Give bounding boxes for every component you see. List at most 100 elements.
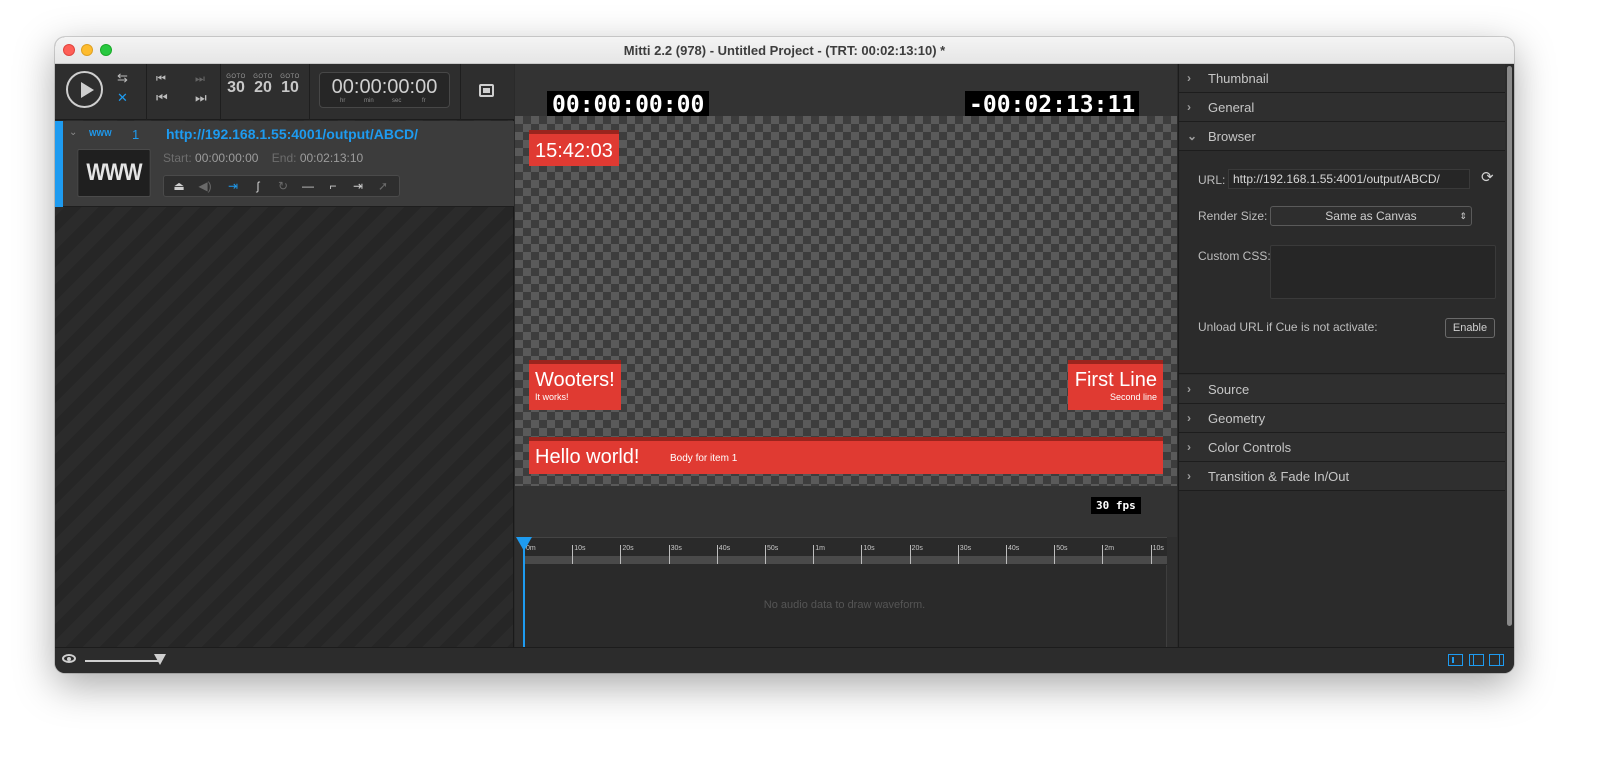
play-button[interactable] <box>66 71 103 108</box>
cue-controls: ⏏ ◀) ⇥ ʃ ↻ — ⌐ ⇥ ➚ <box>163 175 400 197</box>
chevron-down-icon[interactable]: ⌄ <box>69 127 77 138</box>
goto-20-button[interactable]: GOTO 20 <box>251 74 275 96</box>
timecode-unit-hr: hr <box>340 98 346 104</box>
chevron-right-icon: › <box>1187 411 1191 425</box>
section-source[interactable]: › Source <box>1179 375 1505 404</box>
cue-type-badge: WWW <box>89 129 112 138</box>
loop-icon[interactable]: ⇆ <box>117 71 128 85</box>
zoom-slider-track[interactable] <box>85 660 160 662</box>
ruler-label: 10s <box>574 545 586 552</box>
cue-end-value[interactable]: 00:02:13:10 <box>300 151 363 165</box>
fade-in-icon[interactable]: ⇥ <box>224 179 242 193</box>
curve-icon[interactable]: ʃ <box>249 179 267 193</box>
goto-10-value: 10 <box>281 79 299 96</box>
select-arrows-icon: ⇕ <box>1459 211 1467 221</box>
inspector-scrollbar[interactable] <box>1507 66 1512 626</box>
ruler-tick <box>765 545 766 564</box>
ruler-tick <box>813 545 815 564</box>
section-color-controls-label: Color Controls <box>1208 440 1292 455</box>
goto-20-value: 20 <box>254 79 272 96</box>
title-bar: Mitti 2.2 (978) - Untitled Project - (TR… <box>55 37 1514 64</box>
enable-button[interactable]: Enable <box>1445 318 1495 338</box>
app-window: Mitti 2.2 (978) - Untitled Project - (TR… <box>55 37 1514 673</box>
hold-icon[interactable]: — <box>299 179 317 193</box>
ruler-tick <box>716 545 718 564</box>
section-thumbnail-label: Thumbnail <box>1208 71 1269 86</box>
eject-icon[interactable]: ⏏ <box>170 179 188 193</box>
rewind-icon[interactable]: ⏮ <box>156 91 168 105</box>
section-geometry[interactable]: › Geometry <box>1179 404 1505 433</box>
cue-title[interactable]: http://192.168.1.55:4001/output/ABCD/ <box>166 126 418 142</box>
fps-badge: 30 fps <box>1091 497 1141 514</box>
playhead[interactable] <box>516 537 532 647</box>
ruler-label: 1m <box>815 545 825 552</box>
fullscreen-output-icon[interactable] <box>479 84 494 97</box>
section-general[interactable]: › General <box>1179 93 1505 122</box>
goto-10-button[interactable]: GOTO 10 <box>278 74 302 96</box>
ruler-label: 2m <box>1104 545 1115 552</box>
unload-url-label: Unload URL if Cue is not activate: <box>1198 320 1378 334</box>
cue-row[interactable]: ⌄ WWW 1 http://192.168.1.55:4001/output/… <box>55 121 514 207</box>
ruler-label: 20s <box>911 545 923 552</box>
waveform-empty-text: No audio data to draw waveform. <box>763 599 926 611</box>
layout-left-icon[interactable] <box>1468 654 1484 666</box>
ruler-tick <box>909 545 911 564</box>
chevron-right-icon: › <box>1187 100 1191 114</box>
refresh-icon[interactable]: ⟳ <box>1481 168 1494 186</box>
lower-third-left-title: Wooters! <box>535 369 615 391</box>
custom-css-field[interactable] <box>1270 245 1496 299</box>
loop-cue-icon[interactable]: ↻ <box>274 179 292 193</box>
banner-title: Hello world! <box>535 446 640 468</box>
timeline[interactable]: 0m 10s 20s 30s 40s 50s 1m 10s 20s 30s 40s 50s 2m 10s … <box>515 537 1177 647</box>
timeline-ruler[interactable]: 0m 10s 20s 30s 40s 50s 1m 10s 20s 30s 40s 50s 2m 10s <box>523 537 1167 565</box>
main-timecode-display: 00:00:00:00 hr min sec fr <box>319 72 450 108</box>
section-browser-label: Browser <box>1208 129 1256 144</box>
ruler-label: 40s <box>718 545 731 552</box>
lower-third-left: Wooters! It works! <box>529 360 621 410</box>
ruler-tick <box>1054 545 1056 564</box>
fast-forward-icon[interactable]: ⏭ <box>195 91 207 105</box>
lower-third-right-title: First Line <box>1074 369 1157 391</box>
transport-toolbar: ⇆ ✕ ⏮ ⏮ ⏭ ⏭ GOTO 30 GOTO 20 GOTO 10 00:0… <box>55 64 514 120</box>
ruler-label: 10s <box>1152 545 1164 552</box>
volume-icon[interactable]: ◀) <box>196 179 214 193</box>
playhead-handle[interactable] <box>516 537 532 551</box>
fade-out-icon[interactable]: ⌐ <box>324 179 342 193</box>
output-canvas[interactable]: 15:42:03 Wooters! It works! First Line S… <box>515 116 1177 486</box>
next-cue-icon[interactable]: ⏭ <box>195 72 205 86</box>
clock-graphic: 15:42:03 <box>529 130 619 166</box>
section-browser[interactable]: ⌄ Browser <box>1179 122 1505 151</box>
section-transition[interactable]: › Transition & Fade In/Out <box>1179 462 1505 491</box>
auto-next-icon[interactable]: ➚ <box>374 179 392 193</box>
goto-30-value: 30 <box>227 79 245 96</box>
ruler-label: 50s <box>767 545 779 552</box>
cue-list-panel: ⇆ ✕ ⏮ ⏮ ⏭ ⏭ GOTO 30 GOTO 20 GOTO 10 00:0… <box>55 64 514 647</box>
cue-start-label: Start: <box>163 151 192 165</box>
url-field[interactable]: http://192.168.1.55:4001/output/ABCD/ <box>1228 169 1470 189</box>
render-size-label: Render Size: <box>1198 209 1268 223</box>
ruler-tick <box>668 545 670 564</box>
section-thumbnail[interactable]: › Thumbnail <box>1179 64 1505 93</box>
cue-start-value[interactable]: 00:00:00:00 <box>195 151 258 165</box>
preview-top-strip: 00:00:00:00 -00:02:13:11 <box>515 64 1177 119</box>
chevron-right-icon: › <box>1187 469 1191 483</box>
previous-cue-icon[interactable]: ⏮ <box>156 72 166 86</box>
custom-css-label: Custom CSS: <box>1198 249 1271 263</box>
render-size-select[interactable]: Same as Canvas ⇕ <box>1270 206 1472 226</box>
ruler-tick <box>957 545 959 564</box>
shuffle-icon[interactable]: ✕ <box>117 91 128 105</box>
chevron-right-icon: › <box>1187 71 1191 85</box>
chevron-right-icon: › <box>1187 382 1191 396</box>
ruler-label: 30s <box>670 545 682 552</box>
waveform-area[interactable]: No audio data to draw waveform. <box>523 565 1167 647</box>
ruler-label: 50s <box>1056 545 1068 552</box>
url-label: URL: <box>1198 173 1226 187</box>
jump-end-icon[interactable]: ⇥ <box>349 179 367 193</box>
section-color-controls[interactable]: › Color Controls <box>1179 433 1505 462</box>
goto-30-button[interactable]: GOTO 30 <box>224 74 248 96</box>
eye-icon[interactable] <box>62 654 76 663</box>
main-timecode: 00:00:00:00 <box>331 76 438 98</box>
layout-right-icon[interactable] <box>1489 654 1504 666</box>
layout-full-icon[interactable] <box>1448 654 1464 666</box>
zoom-slider-knob[interactable] <box>154 654 166 665</box>
